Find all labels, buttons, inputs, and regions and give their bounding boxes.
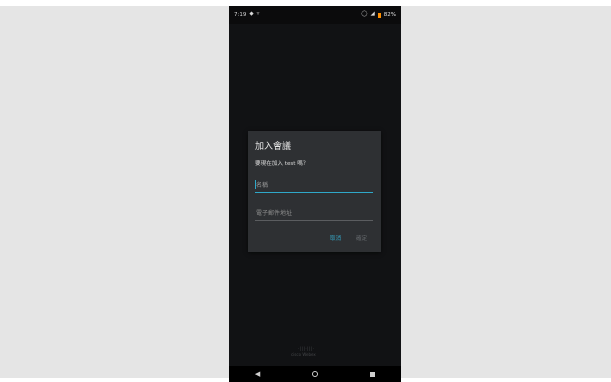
battery-icon (377, 12, 381, 18)
wifi-icon: ▿ (256, 11, 260, 18)
name-placeholder: 名稱 (256, 182, 269, 189)
email-placeholder: 電子郵件地址 (256, 210, 293, 217)
brand-watermark: ·|||·|||· cisco Webex (291, 346, 341, 360)
ok-button[interactable]: 確定 (356, 234, 367, 242)
join-meeting-dialog: 加入會議 要現在加入 test 嗎？ 名稱 電子郵件地址 取消 確定 (248, 131, 381, 252)
alarm-icon: ◯ (361, 11, 368, 18)
status-bar: 7:19 ◆ ▿ ◯ ◢ 82% (229, 6, 401, 24)
brand-text: cisco Webex (291, 352, 316, 357)
battery-level: 82% (383, 12, 396, 18)
name-underline (255, 192, 373, 193)
signal-icon: ◢ (370, 11, 375, 18)
phone-screen: 7:19 ◆ ▿ ◯ ◢ 82% 加入會議 要現在加入 test 嗎？ 名稱 電… (229, 6, 401, 382)
dialog-message: 要現在加入 test 嗎？ (255, 161, 309, 167)
recents-icon[interactable] (370, 371, 376, 377)
screenshot-canvas: 7:19 ◆ ▿ ◯ ◢ 82% 加入會議 要現在加入 test 嗎？ 名稱 電… (0, 0, 611, 382)
back-icon[interactable]: ◀ (255, 370, 260, 378)
email-underline (255, 220, 373, 221)
cancel-button[interactable]: 取消 (330, 234, 341, 242)
navigation-bar: ◀ (229, 366, 401, 382)
status-left: 7:19 ◆ ▿ (234, 12, 259, 18)
status-right: ◯ ◢ 82% (361, 12, 396, 18)
status-time: 7:19 (234, 12, 247, 18)
home-icon[interactable] (312, 371, 319, 377)
email-field[interactable]: 電子郵件地址 (255, 207, 373, 221)
notification-icon: ◆ (249, 11, 254, 18)
name-field[interactable]: 名稱 (255, 179, 373, 193)
cisco-logo-icon: ·|||·|||· (298, 346, 315, 351)
dialog-title: 加入會議 (255, 142, 292, 152)
